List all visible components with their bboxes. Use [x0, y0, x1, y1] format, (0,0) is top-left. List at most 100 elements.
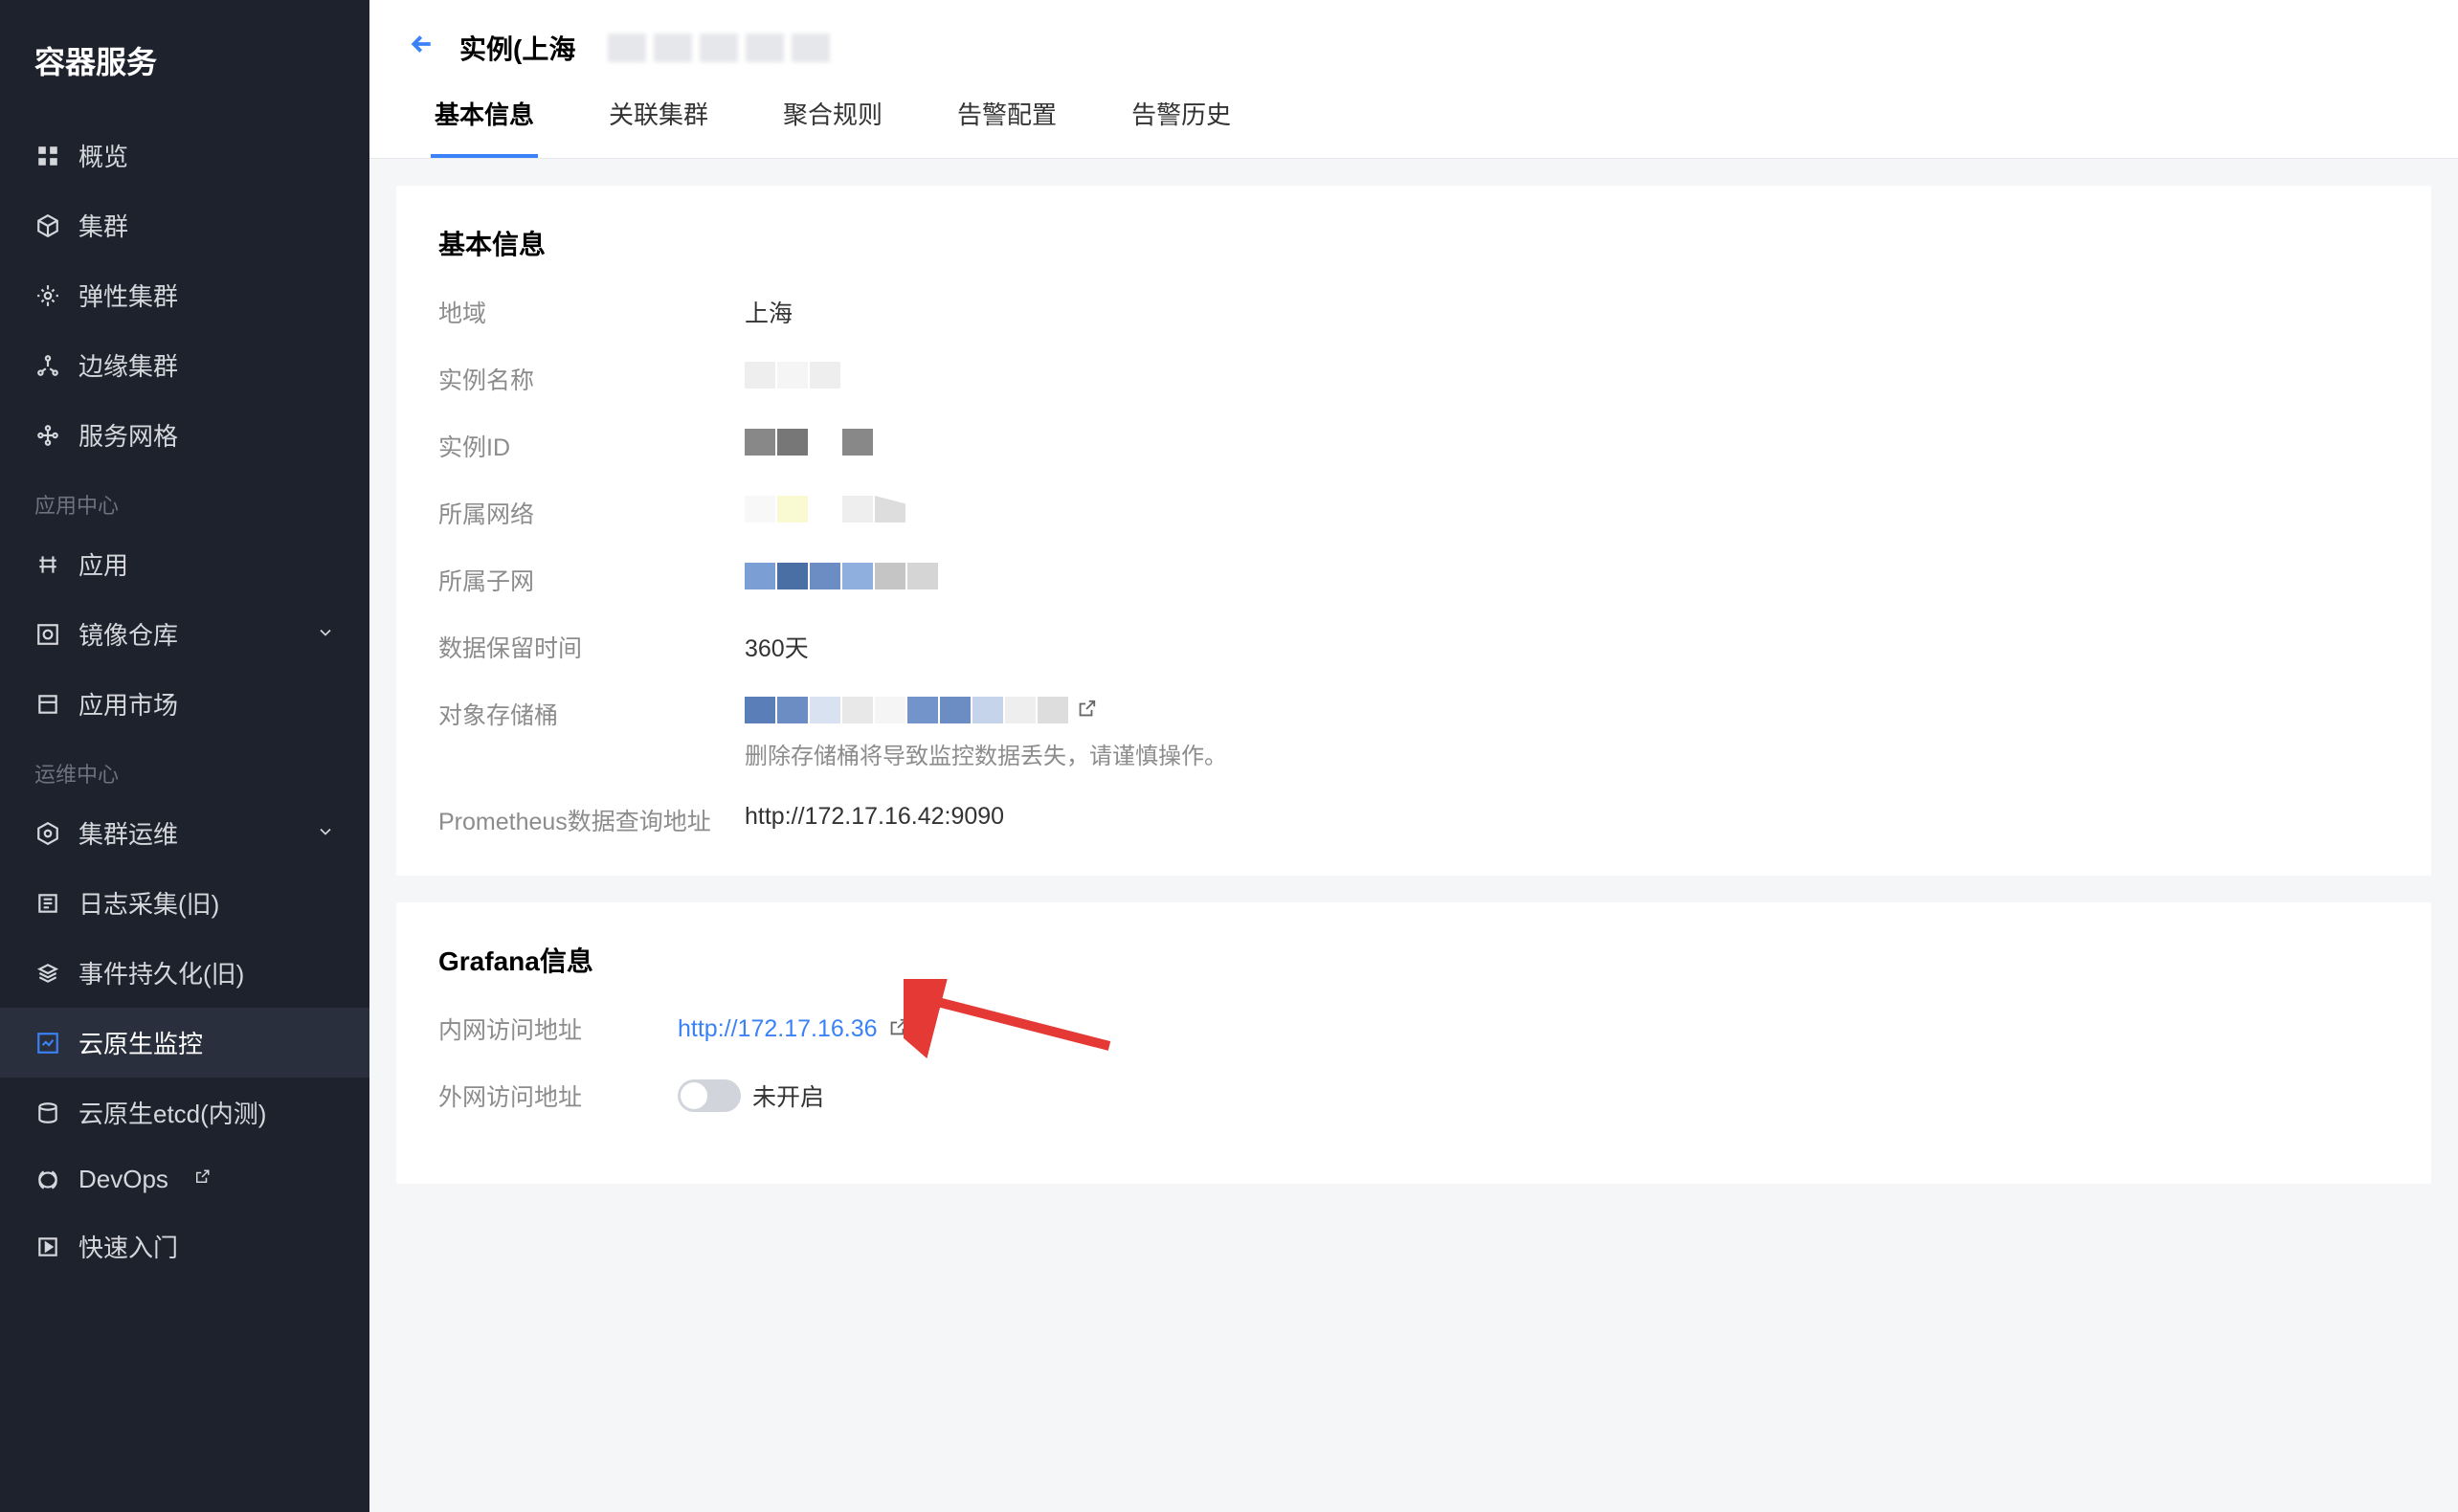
sidebar-section-ops: 运维中心	[0, 739, 369, 798]
sidebar-item-logs[interactable]: 日志采集(旧)	[0, 868, 369, 938]
card-title-basic: 基本信息	[438, 224, 2389, 262]
sidebar-item-label: 弹性集群	[78, 278, 178, 313]
row-instance-name: 实例名称	[438, 362, 2389, 396]
sidebar-section-app: 应用中心	[0, 470, 369, 529]
tab-basic-info[interactable]: 基本信息	[431, 96, 538, 158]
sidebar-item-mesh[interactable]: 服务网格	[0, 400, 369, 470]
sidebar-item-label: 应用市场	[78, 686, 178, 722]
value-instance-id	[745, 429, 905, 456]
row-region: 地域 上海	[438, 295, 2389, 329]
redacted-value	[745, 563, 938, 589]
sidebar-item-label: 快速入门	[78, 1229, 178, 1264]
external-link-icon	[193, 1168, 211, 1191]
row-prometheus: Prometheus数据查询地址 http://172.17.16.42:909…	[438, 803, 2389, 837]
sidebar-item-quickstart[interactable]: 快速入门	[0, 1212, 369, 1281]
sidebar-item-label: 日志采集(旧)	[78, 885, 219, 921]
app-icon	[34, 551, 61, 578]
label-region: 地域	[438, 295, 745, 329]
sidebar-item-edge[interactable]: 边缘集群	[0, 330, 369, 400]
sidebar-item-label: 应用	[78, 546, 128, 582]
tab-related-clusters[interactable]: 关联集群	[605, 96, 712, 158]
page-header: 实例(上海 基本信息 关联集群 聚合规则 告警配置 告警历史	[369, 0, 2458, 159]
sidebar-item-overview[interactable]: 概览	[0, 121, 369, 190]
row-retention: 数据保留时间 360天	[438, 630, 2389, 664]
devops-icon	[34, 1167, 61, 1193]
sidebar-item-elastic[interactable]: 弹性集群	[0, 260, 369, 330]
value-region: 上海	[745, 295, 793, 329]
row-instance-id: 实例ID	[438, 429, 2389, 463]
sidebar-item-cluster-ops[interactable]: 集群运维	[0, 798, 369, 868]
sidebar-item-label: 事件持久化(旧)	[78, 955, 244, 990]
elastic-icon	[34, 282, 61, 309]
back-arrow-icon[interactable]	[408, 30, 436, 66]
sidebar-item-label: 边缘集群	[78, 347, 178, 383]
sidebar-title: 容器服务	[0, 29, 369, 121]
row-bucket: 对象存储桶 删除存储桶将导致监控数据丢失，请谨慎操作。	[438, 697, 2389, 770]
label-retention: 数据保留时间	[438, 630, 745, 664]
redacted-value	[745, 429, 905, 456]
sidebar-item-label: DevOps	[78, 1165, 168, 1194]
market-icon	[34, 691, 61, 718]
cube-icon	[34, 212, 61, 239]
tab-alert-history[interactable]: 告警历史	[1128, 96, 1235, 158]
repo-icon	[34, 621, 61, 648]
sidebar-item-events[interactable]: 事件持久化(旧)	[0, 938, 369, 1008]
value-bucket: 删除存储桶将导致监控数据丢失，请谨慎操作。	[745, 697, 1227, 770]
sidebar-item-label: 集群	[78, 208, 128, 243]
external-link-icon[interactable]	[1076, 699, 1099, 722]
tab-aggregation-rules[interactable]: 聚合规则	[779, 96, 886, 158]
breadcrumb: 实例(上海	[408, 29, 2420, 67]
sidebar-item-label: 服务网格	[78, 417, 178, 453]
etcd-icon	[34, 1100, 61, 1126]
bucket-hint: 删除存储桶将导致监控数据丢失，请谨慎操作。	[745, 737, 1227, 770]
quickstart-icon	[34, 1234, 61, 1260]
redacted-value	[745, 362, 840, 389]
content-area: 基本信息 地域 上海 实例名称 实例ID	[369, 159, 2458, 1211]
basic-info-card: 基本信息 地域 上海 实例名称 实例ID	[396, 186, 2431, 876]
label-prometheus: Prometheus数据查询地址	[438, 803, 745, 837]
label-external: 外网访问地址	[438, 1078, 678, 1113]
sidebar-item-label: 镜像仓库	[78, 616, 178, 652]
monitor-icon	[34, 1030, 61, 1056]
label-network: 所属网络	[438, 496, 745, 530]
tab-alert-config[interactable]: 告警配置	[953, 96, 1061, 158]
row-internal-url: 内网访问地址 http://172.17.16.36	[438, 1012, 2389, 1046]
grid-icon	[34, 143, 61, 169]
label-instance-name: 实例名称	[438, 362, 745, 396]
sidebar-item-label: 概览	[78, 138, 128, 173]
sidebar-item-app[interactable]: 应用	[0, 529, 369, 599]
row-network: 所属网络	[438, 496, 2389, 530]
sidebar-item-market[interactable]: 应用市场	[0, 669, 369, 739]
card-title-grafana: Grafana信息	[438, 941, 2389, 979]
sidebar-item-label: 云原生监控	[78, 1025, 203, 1060]
chevron-down-icon	[316, 818, 335, 848]
label-subnet: 所属子网	[438, 563, 745, 597]
mesh-icon	[34, 422, 61, 449]
sidebar-item-repo[interactable]: 镜像仓库	[0, 599, 369, 669]
row-subnet: 所属子网	[438, 563, 2389, 597]
external-access-toggle[interactable]	[678, 1079, 741, 1112]
grafana-internal-link[interactable]: http://172.17.16.36	[678, 1015, 878, 1043]
row-external-url: 外网访问地址 未开启	[438, 1078, 2389, 1113]
sidebar-item-monitor[interactable]: 云原生监控	[0, 1008, 369, 1078]
label-internal: 内网访问地址	[438, 1012, 678, 1046]
event-icon	[34, 960, 61, 987]
label-bucket: 对象存储桶	[438, 697, 745, 731]
external-link-icon[interactable]	[887, 1017, 910, 1040]
label-instance-id: 实例ID	[438, 429, 745, 463]
page-title: 实例(上海	[459, 29, 575, 67]
sidebar-item-label: 云原生etcd(内测)	[78, 1095, 266, 1130]
value-prometheus: http://172.17.16.42:9090	[745, 803, 1004, 831]
sidebar-item-etcd[interactable]: 云原生etcd(内测)	[0, 1078, 369, 1147]
main-content: 实例(上海 基本信息 关联集群 聚合规则 告警配置 告警历史 基本信息 地域 上…	[369, 0, 2458, 1512]
grafana-card: Grafana信息 内网访问地址 http://172.17.16.36 外网访…	[396, 902, 2431, 1184]
sidebar: 容器服务 概览 集群 弹性集群 边缘集群 服务网格 应用中心 应用 镜像仓库 应…	[0, 0, 369, 1512]
sidebar-item-devops[interactable]: DevOps	[0, 1147, 369, 1212]
ops-icon	[34, 820, 61, 847]
value-network	[745, 496, 905, 523]
chevron-down-icon	[316, 619, 335, 649]
sidebar-item-cluster[interactable]: 集群	[0, 190, 369, 260]
log-icon	[34, 890, 61, 917]
redacted-value	[745, 496, 905, 523]
toggle-state-label: 未开启	[752, 1078, 824, 1113]
